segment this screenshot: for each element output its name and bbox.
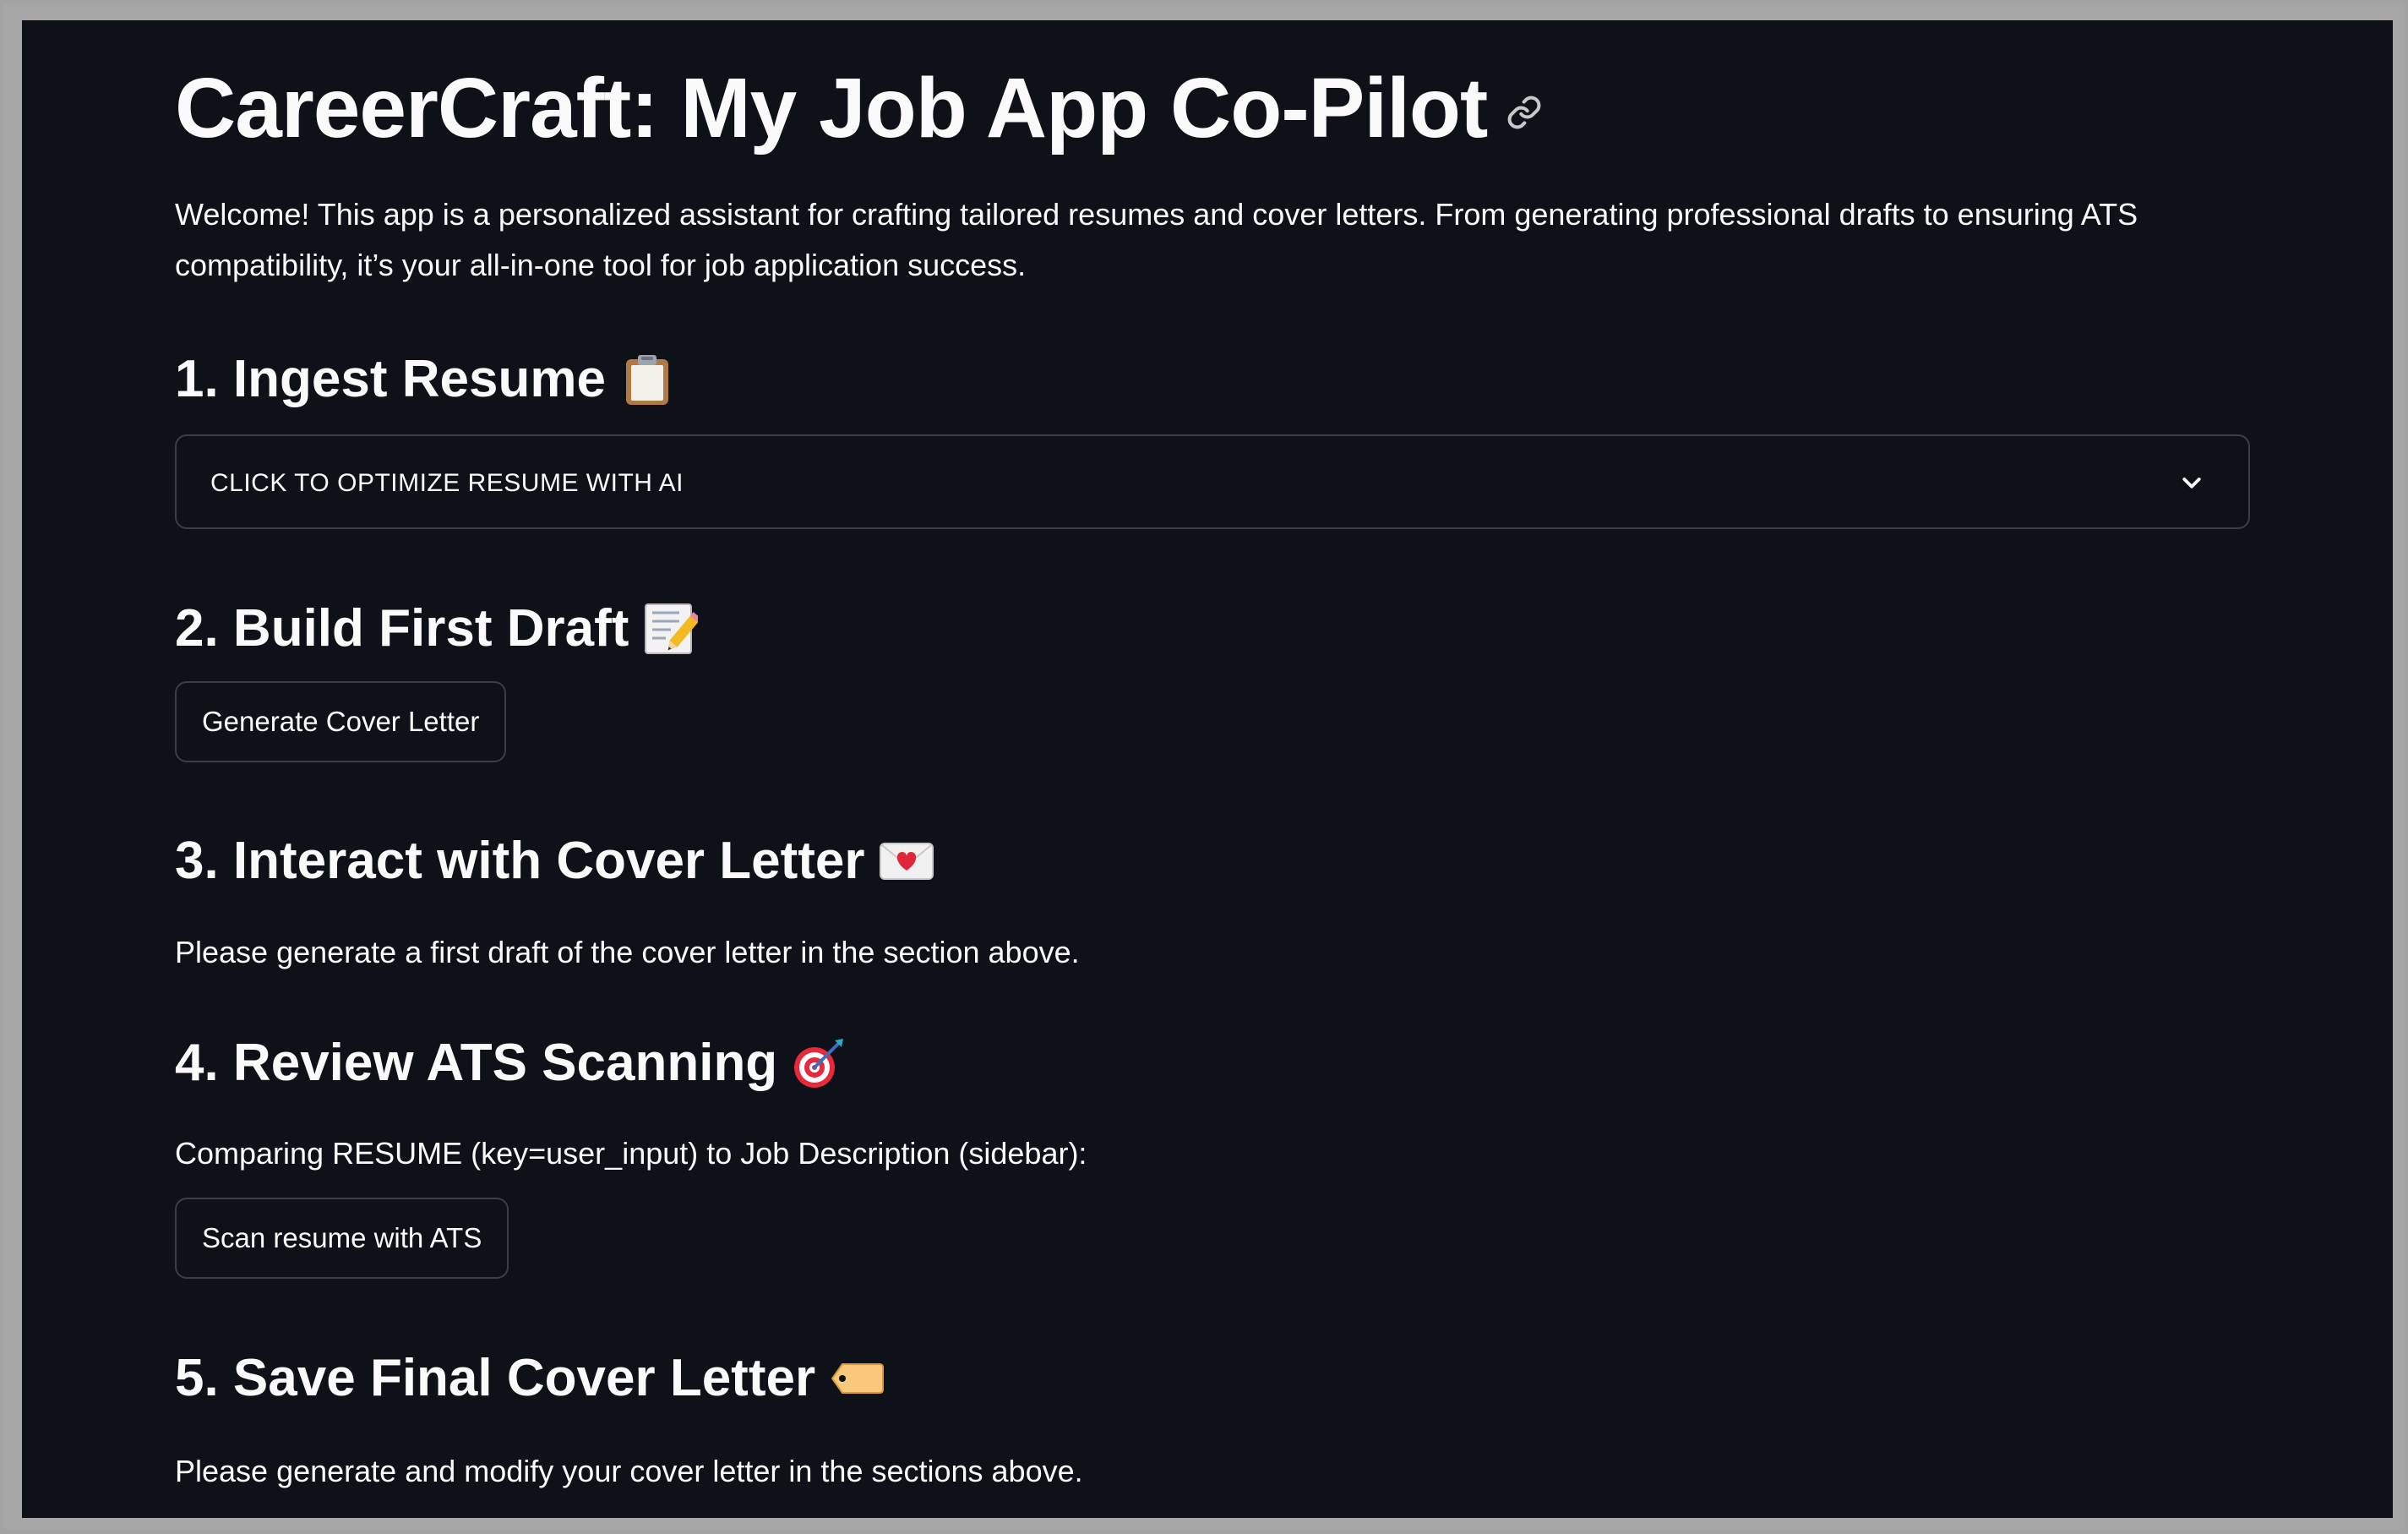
memo-icon [645, 603, 699, 654]
scan-resume-ats-button[interactable]: Scan resume with ATS [175, 1198, 509, 1279]
page-title: CareerCraft: My Job App Co-Pilot [175, 61, 1488, 156]
section-3-heading: 3. Interact with Cover Letter [175, 827, 934, 895]
love-letter-icon [879, 843, 934, 880]
chevron-down-icon [2182, 478, 2201, 489]
direct-hit-icon [794, 1039, 844, 1088]
link-anchor-icon[interactable] [1506, 94, 1543, 131]
label-tag-icon [831, 1363, 885, 1394]
optimize-resume-expander[interactable]: CLICK TO OPTIMIZE RESUME WITH AI [175, 434, 2250, 529]
expander-label: CLICK TO OPTIMIZE RESUME WITH AI [210, 469, 684, 497]
generate-cover-letter-button[interactable]: Generate Cover Letter [175, 681, 507, 762]
app-main: CareerCraft: My Job App Co-Pilot Welcome… [22, 20, 2393, 1518]
clipboard-icon [625, 355, 668, 405]
section-4-heading: 4. Review ATS Scanning [175, 1029, 847, 1097]
section-5-heading: 5. Save Final Cover Letter [175, 1345, 885, 1412]
section-heading-text: 1. Ingest Resume [175, 350, 606, 408]
section-2-heading: 2. Build First Draft [175, 595, 699, 663]
intro-text: Welcome! This app is a personalized assi… [175, 197, 2138, 282]
section-4-message: Comparing RESUME (key=user_input) to Job… [175, 1136, 1087, 1171]
section-3-message: Please generate a first draft of the cov… [175, 935, 1080, 969]
section-heading-text: 2. Build First Draft [175, 599, 629, 658]
section-1-heading: 1. Ingest Resume [175, 346, 675, 413]
section-heading-text: 3. Interact with Cover Letter [175, 832, 865, 890]
page-title-row: CareerCraft: My Job App Co-Pilot [175, 49, 1543, 167]
section-heading-text: 4. Review ATS Scanning [175, 1034, 778, 1092]
section-5-message: Please generate and modify your cover le… [175, 1454, 1083, 1488]
screenshot-frame: CareerCraft: My Job App Co-Pilot Welcome… [3, 3, 2405, 1530]
section-heading-text: 5. Save Final Cover Letter [175, 1349, 816, 1407]
